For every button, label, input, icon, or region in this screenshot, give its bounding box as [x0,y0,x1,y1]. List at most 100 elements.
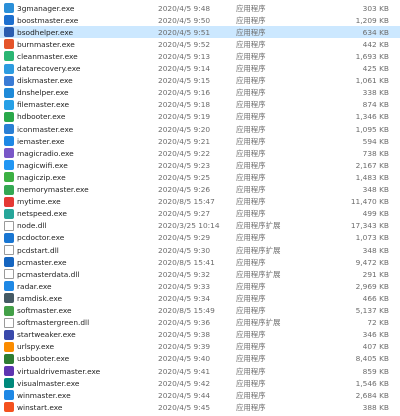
file-size: 72 KB [367,318,389,328]
file-name: softmastergreen.dll [17,318,90,328]
file-date: 2020/4/5 9:14 [158,64,211,73]
file-date: 2020/4/5 9:27 [158,209,211,219]
file-type: 应用程序 [236,233,266,243]
file-size: 1,693 KB [355,51,389,61]
file-row[interactable]: filemaster.exe 2020/4/5 9:18 应用程序 874 KB [0,99,400,111]
file-name: pcdstart.dll [17,245,59,255]
file-row[interactable]: burnmaster.exe 2020/4/5 9:52 应用程序 442 KB [0,38,400,50]
file-row[interactable]: pcmasterdata.dll 2020/4/5 9:32 应用程序扩展 291 K… [0,268,400,280]
file-row[interactable]: magicwifi.exe 2020/4/5 9:23 应用程序 2,167 KB [0,159,400,171]
file-type: 应用程序 [236,330,266,340]
file-date: 2020/4/5 9:52 [158,39,211,49]
file-row[interactable]: iconmaster.exe 2020/4/5 9:20 应用程序 1,095 KB [0,123,400,135]
file-type: 应用程序 [236,88,266,98]
file-name: visualmaster.exe [17,378,80,388]
file-row[interactable]: dnshelper.exe 2020/4/5 9:16 应用程序 338 KB [0,87,400,99]
file-name: mytime.exe [17,197,61,207]
file-row[interactable]: softmastergreen.dll 2020/4/5 9:36 应用程序扩展 72… [0,317,400,329]
file-type: 应用程序 [236,124,266,134]
app-icon [4,378,14,389]
file-date: 2020/4/5 9:16 [158,88,211,98]
file-size: 859 KB [362,366,389,376]
dll-file-icon [4,269,14,280]
dll-file-icon [4,245,14,255]
file-date: 2020/4/5 9:15 [158,76,211,86]
file-row[interactable]: datarecovery.exe 2020/4/5 9:14 应用程序 425 KB [0,63,400,75]
file-date: 2020/4/5 9:20 [158,124,211,134]
file-row[interactable]: mytime.exe 2020/8/5 15:47 应用程序 11,470 KB [0,196,400,208]
file-type: 应用程序 [236,136,266,146]
file-size: 634 KB [362,27,389,37]
file-type: 应用程序 [236,51,266,61]
app-icon [4,172,14,183]
file-row[interactable]: hdbooter.exe 2020/4/5 9:19 应用程序 1,346 KB [0,111,400,123]
file-row[interactable]: visualmaster.exe 2020/4/5 9:42 应用程序 1,546 K… [0,377,400,389]
file-date: 2020/4/5 9:22 [158,148,211,158]
file-row[interactable]: radar.exe 2020/4/5 9:33 应用程序 2,969 KB [0,280,400,292]
file-type: 应用程序 [236,281,266,291]
file-row[interactable]: winstart.exe 2020/4/5 9:45 应用程序 388 KB [0,401,400,413]
file-type: 应用程序 [236,197,266,207]
file-size: 407 KB [362,342,389,352]
file-date: 2020/8/5 15:47 [158,197,215,207]
file-row[interactable]: 3gmanager.exe 2020/4/5 9:48 应用程序 303 KB [0,2,400,14]
file-size: 1,061 KB [355,76,389,86]
file-name: iconmaster.exe [17,124,74,134]
file-type: 应用程序 [236,64,266,73]
app-icon [4,281,14,292]
file-name: iemaster.exe [17,136,65,146]
file-row[interactable]: startweaker.exe 2020/4/5 9:38 应用程序 346 KB [0,329,400,341]
file-name: urlspy.exe [17,342,55,352]
file-row[interactable]: magicradio.exe 2020/4/5 9:22 应用程序 738 KB [0,147,400,159]
file-size: 2,167 KB [355,160,389,170]
file-type: 应用程序扩展 [236,221,281,231]
file-row[interactable]: diskmaster.exe 2020/4/5 9:15 应用程序 1,061 KB [0,75,400,87]
app-icon [4,305,14,316]
file-row[interactable]: pcdoctor.exe 2020/4/5 9:29 应用程序 1,073 KB [0,232,400,244]
file-row[interactable]: softmaster.exe 2020/8/5 15:49 应用程序 5,137 KB [0,305,400,317]
app-icon [4,390,14,401]
file-type: 应用程序 [236,378,266,388]
app-icon [4,341,14,352]
file-row[interactable]: cleanmaster.exe 2020/4/5 9:13 应用程序 1,693 KB [0,50,400,62]
file-type: 应用程序 [236,15,266,25]
file-row[interactable]: netspeed.exe 2020/4/5 9:27 应用程序 499 KB [0,208,400,220]
file-row[interactable]: node.dll 2020/3/25 10:14 应用程序扩展 17,343 KB [0,220,400,232]
file-name: boostmaster.exe [17,15,79,25]
file-name: radar.exe [17,281,52,291]
file-type: 应用程序 [236,3,266,13]
file-row[interactable]: pcdstart.dll 2020/4/5 9:30 应用程序扩展 348 KB [0,244,400,256]
file-type: 应用程序 [236,293,266,303]
file-row[interactable]: urlspy.exe 2020/4/5 9:39 应用程序 407 KB [0,341,400,353]
file-name: bsodhelper.exe [17,27,74,37]
file-row[interactable]: boostmaster.exe 2020/4/5 9:50 应用程序 1,209 KB [0,14,400,26]
file-row[interactable]: ramdisk.exe 2020/4/5 9:34 应用程序 466 KB [0,292,400,304]
file-row[interactable]: bsodhelper.exe 2020/4/5 9:51 应用程序 634 KB [0,26,400,39]
app-icon [4,257,14,268]
file-date: 2020/4/5 9:45 [158,402,211,412]
file-row[interactable]: usbbooter.exe 2020/4/5 9:40 应用程序 8,405 KB [0,353,400,365]
app-icon [4,196,14,207]
file-row[interactable]: magiczip.exe 2020/4/5 9:25 应用程序 1,483 KB [0,171,400,183]
file-date: 2020/4/5 9:40 [158,354,211,364]
app-icon [4,87,14,98]
file-type: 应用程序 [236,112,266,122]
file-date: 2020/4/5 9:38 [158,330,211,340]
file-row[interactable]: memorymaster.exe 2020/4/5 9:26 应用程序 348 KB [0,184,400,196]
dll-file-icon [4,220,14,231]
file-size: 348 KB [362,185,389,194]
file-date: 2020/4/5 9:51 [158,27,211,37]
file-type: 应用程序 [236,39,266,49]
file-row[interactable]: virtualdrivemaster.exe 2020/4/5 9:41 应用程序 8… [0,365,400,377]
file-date: 2020/4/5 9:39 [158,342,211,352]
file-row[interactable]: iemaster.exe 2020/4/5 9:21 应用程序 594 KB [0,135,400,147]
app-icon [4,51,14,62]
file-size: 1,346 KB [355,112,389,122]
file-row[interactable]: winmaster.exe 2020/4/5 9:44 应用程序 2,684 KB [0,389,400,401]
file-date: 2020/4/5 9:42 [158,378,211,388]
file-name: magiczip.exe [17,172,66,182]
file-row[interactable]: pcmaster.exe 2020/8/5 15:41 应用程序 9,472 KB [0,256,400,268]
file-date: 2020/4/5 9:18 [158,100,211,110]
file-size: 2,969 KB [355,281,389,291]
app-icon [4,63,14,74]
